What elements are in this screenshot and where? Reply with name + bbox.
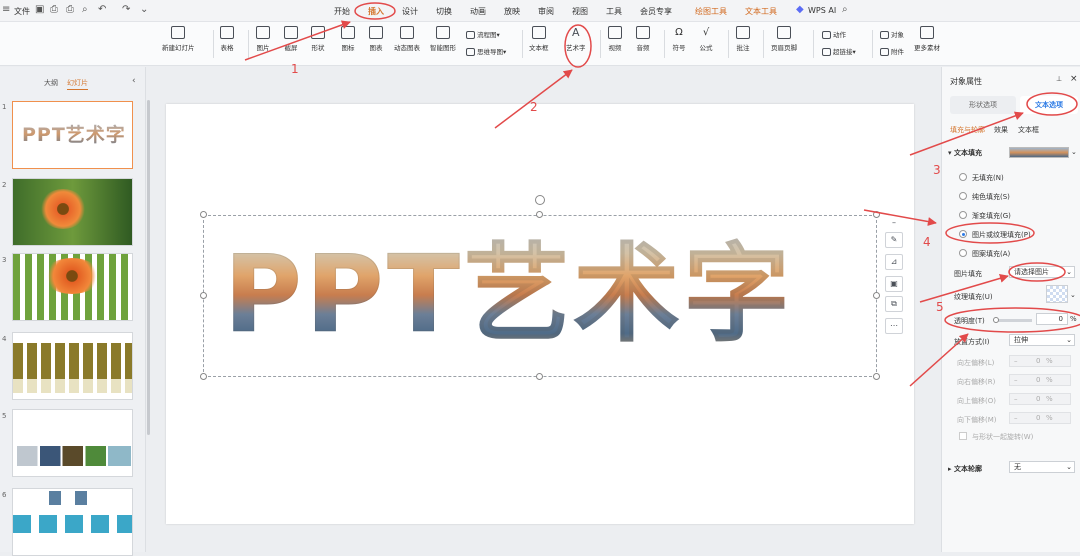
annotation-overlay xyxy=(244,2,1080,387)
annotation-5: 5 xyxy=(936,300,944,314)
highlight-transparency xyxy=(944,307,1080,333)
arrow-3 xyxy=(909,111,1024,156)
highlight-picture-fill xyxy=(945,222,1035,244)
annotation-2: 2 xyxy=(530,100,538,114)
arrow-5b xyxy=(909,333,969,387)
arrow-5a xyxy=(919,273,1009,303)
highlight-insert-tab xyxy=(354,2,396,20)
highlight-select-picture xyxy=(1008,262,1066,282)
annotation-1: 1 xyxy=(291,62,299,76)
highlight-text-options xyxy=(1026,92,1078,116)
annotation-4: 4 xyxy=(923,235,931,249)
highlight-wordart xyxy=(564,24,592,68)
annotation-3: 3 xyxy=(933,163,941,177)
arrow-4 xyxy=(863,209,937,226)
arrow-2 xyxy=(494,69,573,129)
arrow-1 xyxy=(244,20,351,61)
